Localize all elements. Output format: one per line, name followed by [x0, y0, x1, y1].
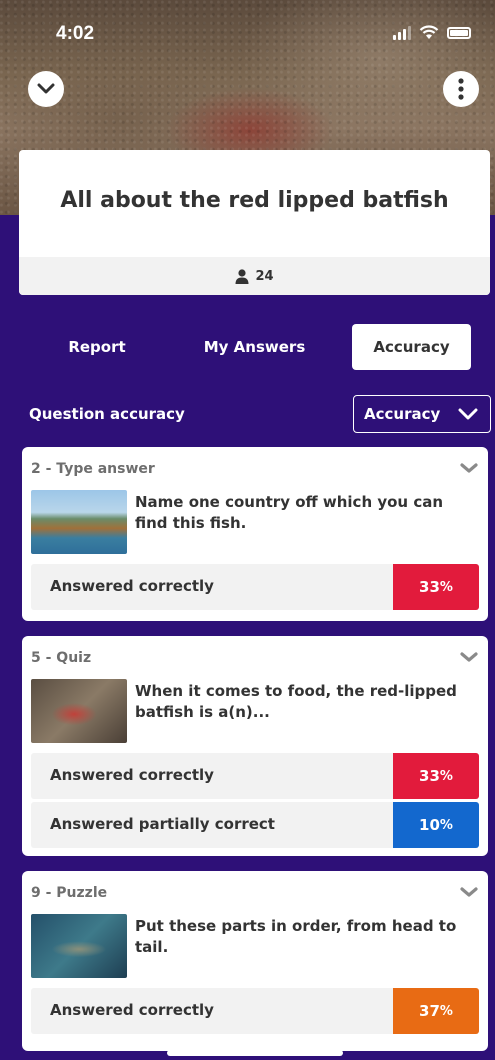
- answer-label: Answered partially correct: [50, 815, 275, 833]
- status-icons: [393, 25, 471, 40]
- question-header: 2 - Type answer: [31, 461, 155, 477]
- percent-sign: %: [439, 768, 453, 784]
- answer-row: Answered correctly 37%: [31, 988, 479, 1034]
- percent-badge: 33%: [393, 753, 479, 799]
- section-title: Question accuracy: [29, 405, 185, 423]
- chevron-down-icon[interactable]: [460, 887, 478, 898]
- chevron-down-icon[interactable]: [460, 463, 478, 474]
- question-text: Name one country off which you can find …: [135, 493, 444, 532]
- question-header: 9 - Puzzle: [31, 885, 108, 901]
- more-vertical-icon: [458, 78, 464, 100]
- percent-value: 10: [419, 816, 440, 834]
- wifi-icon: [419, 25, 439, 39]
- percent-sign: %: [439, 1003, 453, 1019]
- tab-accuracy[interactable]: Accuracy: [352, 324, 471, 370]
- question-image: [31, 914, 127, 978]
- answer-row: Answered correctly 33%: [31, 564, 479, 610]
- player-count: 24: [19, 257, 490, 295]
- answer-label: Answered correctly: [50, 1001, 214, 1019]
- question-card[interactable]: 9 - Puzzle Put these parts in order, fro…: [22, 871, 488, 1051]
- percent-value: 33: [419, 767, 440, 785]
- answer-label: Answered correctly: [50, 577, 214, 595]
- player-count-value: 24: [255, 268, 274, 284]
- percent-value: 37: [419, 1002, 440, 1020]
- question-image: [31, 490, 127, 554]
- percent-sign: %: [439, 579, 453, 595]
- more-options-button[interactable]: [443, 71, 479, 107]
- person-icon: [235, 268, 249, 284]
- collapse-button[interactable]: [28, 71, 64, 107]
- question-text: When it comes to food, the red-lipped ba…: [135, 682, 457, 721]
- battery-icon: [447, 26, 471, 39]
- quiz-title-card: All about the red lipped batfish 24: [19, 150, 490, 295]
- question-accuracy-header: Question accuracy Accuracy: [0, 395, 495, 433]
- chevron-down-icon: [458, 408, 478, 419]
- answer-row: Answered partially correct 10%: [31, 802, 479, 848]
- tab-my-answers[interactable]: My Answers: [182, 324, 327, 370]
- question-card[interactable]: 2 - Type answer Name one country off whi…: [22, 447, 488, 621]
- accuracy-dropdown[interactable]: Accuracy: [353, 395, 491, 433]
- question-text: Put these parts in order, from head to t…: [135, 917, 457, 956]
- question-card[interactable]: 5 - Quiz When it comes to food, the red-…: [22, 636, 488, 856]
- question-image: [31, 679, 127, 743]
- answer-row: Answered correctly 33%: [31, 753, 479, 799]
- answer-label: Answered correctly: [50, 766, 214, 784]
- tab-bar: Report My Answers Accuracy: [0, 324, 495, 370]
- signal-icon: [393, 25, 411, 40]
- percent-badge: 37%: [393, 988, 479, 1034]
- percent-badge: 10%: [393, 802, 479, 848]
- percent-sign: %: [439, 817, 453, 833]
- chevron-down-icon[interactable]: [460, 652, 478, 663]
- home-indicator: [167, 1050, 343, 1056]
- status-bar: 4:02: [0, 22, 495, 48]
- question-header: 5 - Quiz: [31, 650, 92, 666]
- quiz-title: All about the red lipped batfish: [60, 188, 449, 213]
- tab-report[interactable]: Report: [38, 324, 156, 370]
- status-time: 4:02: [56, 23, 95, 44]
- percent-badge: 33%: [393, 564, 479, 610]
- chevron-down-icon: [37, 83, 55, 94]
- percent-value: 33: [419, 578, 440, 596]
- dropdown-label: Accuracy: [364, 405, 441, 423]
